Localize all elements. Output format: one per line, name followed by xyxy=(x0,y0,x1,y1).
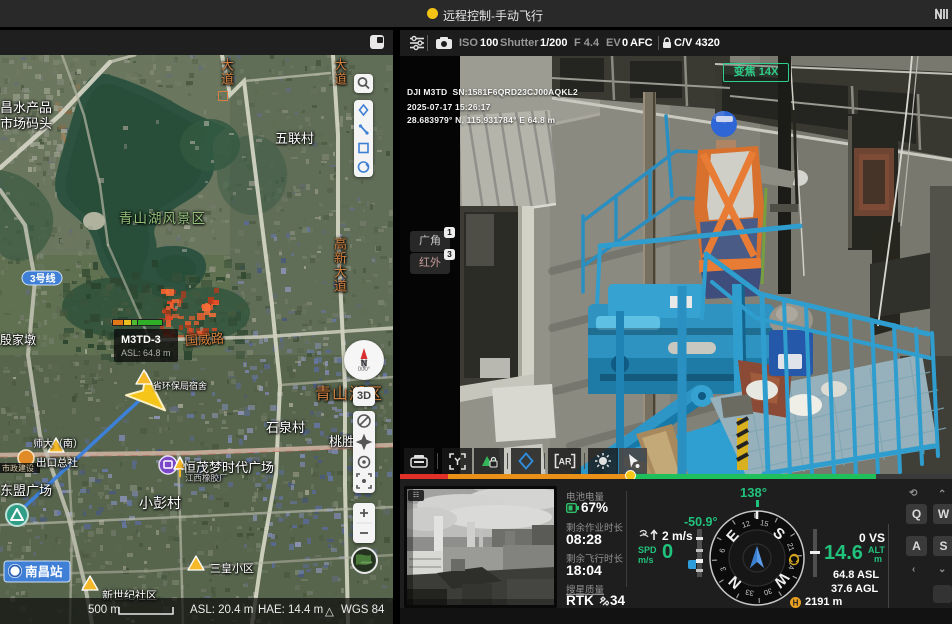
svg-text:南昌站: 南昌站 xyxy=(25,564,63,579)
svg-text:3号线: 3号线 xyxy=(30,272,56,285)
svg-text:市政建设: 市政建设 xyxy=(2,463,34,473)
svg-text:ASL: 64.8 m: ASL: 64.8 m xyxy=(121,348,171,358)
svg-text:M3TD-3: M3TD-3 xyxy=(121,334,161,346)
svg-text:H: H xyxy=(793,599,799,608)
svg-text:000°: 000° xyxy=(358,367,371,373)
svg-text:AR: AR xyxy=(558,457,571,467)
